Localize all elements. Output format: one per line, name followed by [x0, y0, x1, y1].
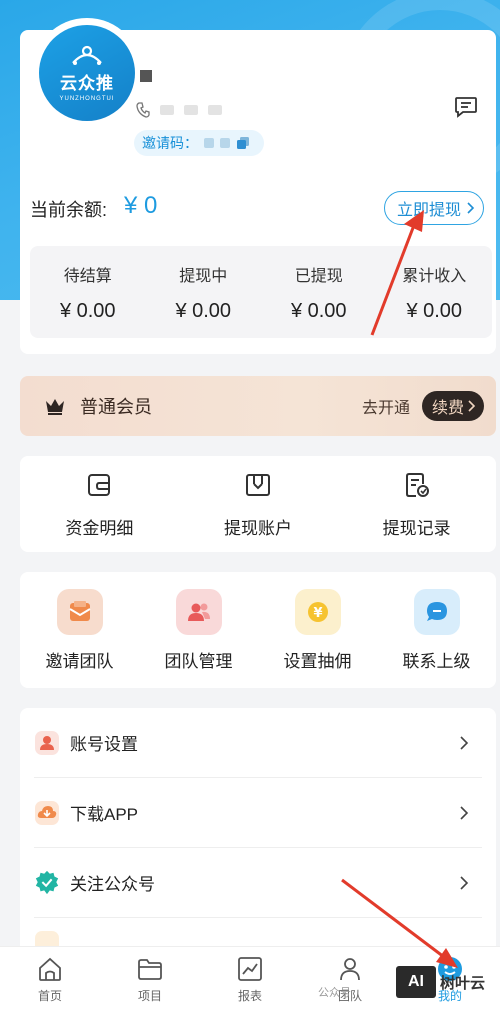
settings-list: 账号设置 下载APP 关注公众号	[20, 708, 496, 968]
invite-code-redacted	[204, 138, 214, 148]
stat-withdrawing[interactable]: 提现中 ¥ 0.00	[146, 246, 262, 338]
team-manage-icon	[175, 588, 222, 635]
chevron-right-icon	[468, 400, 476, 412]
menu-label: 联系上级	[402, 651, 471, 671]
membership-bar[interactable]: 普通会员 去开通 续费	[20, 376, 496, 436]
menu-label: 邀请团队	[45, 651, 114, 671]
phone-icon	[136, 102, 150, 118]
invite-label: 邀请码：	[142, 135, 198, 151]
menu-label: 设置抽佣	[283, 651, 352, 671]
avatar[interactable]: 云众推 YUNZHONGTUI	[32, 18, 142, 128]
menu-label: 团队管理	[164, 651, 233, 671]
menu-invite-team[interactable]: 邀请团队	[20, 572, 139, 688]
menu-set-commission[interactable]: ¥ 设置抽佣	[258, 572, 377, 688]
stat-value: ¥ 0.00	[406, 299, 463, 322]
username-redacted	[140, 70, 152, 82]
invite-team-icon	[56, 588, 103, 635]
menu-contact-superior[interactable]: 联系上级	[377, 572, 496, 688]
stat-label: 待结算	[63, 267, 112, 285]
chevron-right-icon	[467, 202, 475, 214]
member-open-link[interactable]: 去开通	[362, 394, 410, 418]
withdraw-button[interactable]: 立即提现	[383, 191, 484, 225]
user-icon	[34, 730, 60, 756]
chevron-right-icon	[460, 735, 469, 750]
menu-team-management[interactable]: 团队管理	[139, 572, 258, 688]
record-icon	[405, 472, 429, 497]
stat-pending[interactable]: 待结算 ¥ 0.00	[30, 246, 146, 338]
report-icon	[238, 957, 262, 981]
team-menu: 邀请团队 团队管理 ¥ 设置抽佣 联系上级	[20, 572, 496, 688]
chevron-right-icon	[460, 805, 469, 820]
tab-reports[interactable]: 报表	[200, 947, 300, 1012]
fund-menu: 资金明细 提现账户 提现记录	[20, 456, 496, 552]
folder-icon	[138, 959, 162, 980]
stat-total-income[interactable]: 累计收入 ¥ 0.00	[377, 246, 493, 338]
invite-code-redacted	[220, 138, 230, 148]
balance-label: 当前余额:	[30, 200, 108, 220]
withdraw-label: 立即提现	[396, 202, 461, 219]
earnings-stats: 待结算 ¥ 0.00 提现中 ¥ 0.00 已提现 ¥ 0.00 累计收入 ¥ …	[30, 246, 492, 338]
tab-label: 项目	[137, 989, 162, 1003]
renew-label: 续费	[431, 400, 464, 417]
watermark-logo: AI	[396, 966, 436, 998]
stat-label: 已提现	[294, 267, 343, 285]
profile-card: 云众推 YUNZHONGTUI 邀请码： 当前余额: ¥ 0 立即提现 待结算 …	[20, 18, 496, 354]
account-icon	[246, 473, 270, 496]
contact-icon	[413, 588, 460, 635]
team-tab-icon	[340, 958, 360, 981]
list-item-download-app[interactable]: 下载APP	[34, 778, 482, 848]
watermark-text: 树叶云	[440, 974, 486, 992]
message-icon[interactable]	[454, 96, 478, 118]
menu-withdraw-records[interactable]: 提现记录	[337, 456, 496, 552]
crown-icon	[46, 399, 64, 415]
list-item-follow-account[interactable]: 关注公众号	[34, 848, 482, 918]
balance-value: ¥ 0	[124, 192, 158, 219]
menu-label: 提现账户	[224, 518, 292, 538]
watermark-left-text: 公众号	[318, 987, 351, 999]
stat-value: ¥ 0.00	[175, 299, 232, 322]
list-item-account-settings[interactable]: 账号设置	[34, 708, 482, 778]
tab-projects[interactable]: 项目	[100, 947, 200, 1012]
stat-label: 累计收入	[402, 267, 467, 285]
brand-name: 云众推	[60, 73, 114, 93]
chevron-right-icon	[460, 875, 469, 890]
brand-subtitle: YUNZHONGTUI	[59, 95, 115, 102]
stat-value: ¥ 0.00	[59, 299, 116, 322]
phone-row	[136, 102, 222, 118]
menu-fund-details[interactable]: 资金明细	[20, 456, 179, 552]
tab-label: 报表	[237, 989, 262, 1003]
svg-text:¥: ¥	[313, 606, 322, 621]
tab-home[interactable]: 首页	[0, 947, 100, 1012]
menu-label: 资金明细	[65, 518, 134, 538]
brand-logo: 云众推 YUNZHONGTUI	[39, 25, 135, 121]
stat-label: 提现中	[179, 267, 228, 285]
stat-withdrawn[interactable]: 已提现 ¥ 0.00	[261, 246, 377, 338]
wallet-icon	[88, 473, 111, 496]
invite-code[interactable]: 邀请码：	[134, 130, 264, 156]
brand-logo-icon	[72, 45, 102, 65]
menu-withdraw-account[interactable]: 提现账户	[179, 456, 338, 552]
tab-label: 首页	[37, 989, 62, 1003]
tab-team[interactable]: 团队	[300, 947, 400, 1012]
list-item-label: 账号设置	[70, 735, 138, 754]
home-icon	[39, 957, 61, 981]
phone-redacted	[160, 105, 174, 115]
renew-button[interactable]: 续费	[421, 391, 484, 421]
stat-value: ¥ 0.00	[290, 299, 347, 322]
copy-icon[interactable]	[236, 136, 250, 150]
download-icon	[34, 800, 60, 826]
list-item-label: 下载APP	[70, 805, 139, 824]
watermark: AI 树叶云	[396, 962, 496, 1002]
list-item-label: 关注公众号	[70, 875, 155, 894]
commission-icon: ¥	[294, 588, 341, 635]
phone-redacted	[208, 105, 222, 115]
member-title: 普通会员	[80, 397, 152, 417]
menu-label: 提现记录	[382, 518, 451, 538]
verified-icon	[34, 870, 60, 896]
phone-redacted	[184, 105, 198, 115]
